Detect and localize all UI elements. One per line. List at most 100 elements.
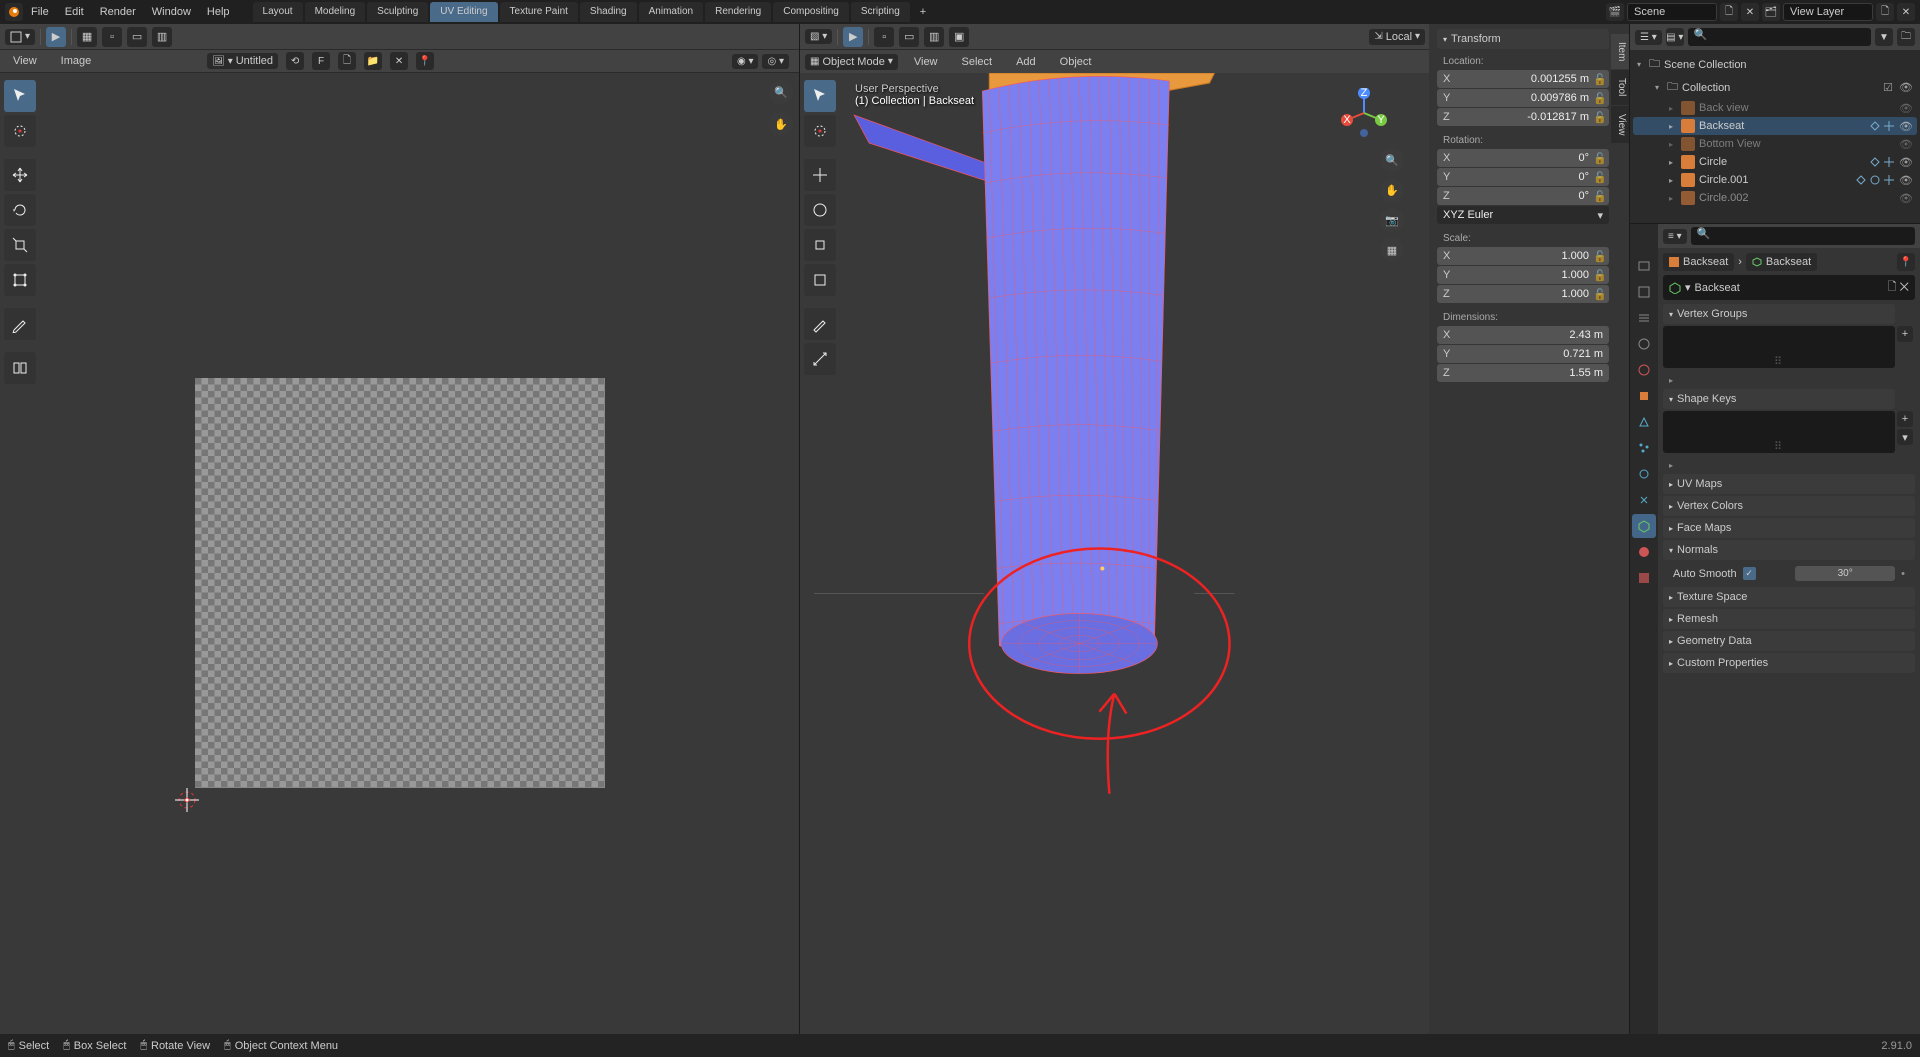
loc-z-field[interactable]: Z-0.012817 m🔓 bbox=[1437, 108, 1609, 126]
uv-linked-icon[interactable]: ⟲ bbox=[286, 52, 304, 70]
mesh-name-field[interactable]: ▾Backseat🗋 ✕ bbox=[1663, 275, 1915, 300]
tree-collection[interactable]: ▾🗀Collection☑👁 bbox=[1633, 76, 1917, 99]
new-viewlayer-icon[interactable]: 🗋 bbox=[1876, 3, 1894, 21]
loc-y-field[interactable]: Y0.009786 m🔓 bbox=[1437, 89, 1609, 107]
ws-scripting[interactable]: Scripting bbox=[851, 2, 910, 22]
vp-select-menu[interactable]: Select bbox=[954, 53, 1001, 71]
uv-canvas[interactable] bbox=[0, 73, 799, 1034]
dim-y-field[interactable]: Y0.721 m bbox=[1437, 345, 1609, 363]
tree-item[interactable]: ▸Circle👁 bbox=[1633, 153, 1917, 171]
outliner-display-icon[interactable]: ▤ ▾ bbox=[1666, 28, 1684, 46]
uv-face-select-icon[interactable]: ▥ bbox=[152, 27, 172, 47]
vp-zoom-icon[interactable]: 🔍 bbox=[1380, 148, 1404, 172]
vp-pan-icon[interactable]: ✋ bbox=[1380, 178, 1404, 202]
section-vertex-colors[interactable]: Vertex Colors bbox=[1663, 496, 1915, 516]
vp-persp-icon[interactable]: ▦ bbox=[1380, 238, 1404, 262]
uv-view-menu[interactable]: View bbox=[5, 52, 45, 70]
tree-item[interactable]: ▸Circle.001👁 bbox=[1633, 171, 1917, 189]
ptab-modifiers-icon[interactable] bbox=[1632, 410, 1656, 434]
shape-keys-list[interactable]: +▾⠿ bbox=[1663, 411, 1895, 453]
ws-rendering[interactable]: Rendering bbox=[705, 2, 771, 22]
uv-vert-select-icon[interactable]: ▫ bbox=[102, 27, 122, 47]
uv-image-menu[interactable]: Image bbox=[53, 52, 100, 70]
outliner-search[interactable]: 🔍 bbox=[1688, 28, 1871, 46]
section-texture-space[interactable]: Texture Space bbox=[1663, 587, 1915, 607]
ws-texturepaint[interactable]: Texture Paint bbox=[500, 2, 578, 22]
vtool-scale[interactable] bbox=[804, 229, 836, 261]
vtool-select[interactable] bbox=[804, 80, 836, 112]
lock-icon[interactable]: 🔓 bbox=[1593, 111, 1603, 124]
vp-selmode-1-icon[interactable]: ▫ bbox=[874, 27, 894, 47]
ws-modeling[interactable]: Modeling bbox=[305, 2, 366, 22]
auto-smooth-checkbox[interactable]: ✓ bbox=[1743, 567, 1756, 580]
lock-icon[interactable]: 🔓 bbox=[1593, 92, 1603, 105]
pin-icon[interactable]: 📍 bbox=[1897, 253, 1915, 271]
uv-pivot-icon[interactable]: ◉ ▾ bbox=[732, 54, 759, 69]
ws-animation[interactable]: Animation bbox=[639, 2, 703, 22]
section-face-maps[interactable]: Face Maps bbox=[1663, 518, 1915, 538]
menu-render[interactable]: Render bbox=[92, 3, 144, 21]
uv-sync-icon[interactable]: ▦ bbox=[77, 27, 97, 47]
uv-cursor-tool-icon[interactable]: ▶ bbox=[46, 27, 66, 47]
tree-item[interactable]: ▸Back view👁 bbox=[1633, 99, 1917, 117]
viewlayer-icon[interactable]: 🗂 bbox=[1762, 3, 1780, 21]
tree-scene-collection[interactable]: ▾🗀Scene Collection bbox=[1633, 53, 1917, 76]
section-remesh[interactable]: Remesh bbox=[1663, 609, 1915, 629]
ptab-scene-icon[interactable] bbox=[1632, 332, 1656, 356]
section-geometry-data[interactable]: Geometry Data bbox=[1663, 631, 1915, 651]
rot-z-field[interactable]: Z0°🔓 bbox=[1437, 187, 1609, 205]
vtool-transform[interactable] bbox=[804, 264, 836, 296]
uv-open-image-icon[interactable]: 📁 bbox=[364, 52, 382, 70]
ptab-material-icon[interactable] bbox=[1632, 540, 1656, 564]
scene-selector[interactable]: Scene bbox=[1627, 3, 1717, 21]
rot-mode-selector[interactable]: XYZ Euler▾ bbox=[1437, 206, 1609, 224]
menu-file[interactable]: File bbox=[23, 3, 57, 21]
uv-new-image-icon[interactable]: 🗋 bbox=[338, 52, 356, 70]
uv-zoom-icon[interactable]: 🔍 bbox=[769, 80, 793, 104]
new-scene-icon[interactable]: 🗋 bbox=[1720, 3, 1738, 21]
ws-layout[interactable]: Layout bbox=[253, 2, 303, 22]
vp-view-menu[interactable]: View bbox=[906, 53, 946, 71]
crumb-object[interactable]: Backseat bbox=[1663, 253, 1734, 271]
crumb-mesh[interactable]: Backseat bbox=[1746, 253, 1817, 271]
uv-image-selector[interactable]: 🖼 ▾ Untitled bbox=[207, 53, 278, 69]
uv-pan-icon[interactable]: ✋ bbox=[769, 112, 793, 136]
lock-icon[interactable]: 🔓 bbox=[1593, 73, 1603, 86]
uv-fake-user-icon[interactable]: F bbox=[312, 52, 330, 70]
delete-scene-icon[interactable]: ✕ bbox=[1741, 3, 1759, 21]
blender-icon[interactable] bbox=[5, 3, 23, 21]
uv-overlay-icon[interactable]: ◎ ▾ bbox=[762, 54, 789, 69]
dim-x-field[interactable]: X2.43 m bbox=[1437, 326, 1609, 344]
auto-smooth-angle[interactable]: 30° bbox=[1795, 566, 1895, 581]
scale-x-field[interactable]: X1.000🔓 bbox=[1437, 247, 1609, 265]
outliner-filter-icon[interactable]: ▼ bbox=[1875, 28, 1893, 46]
lock-icon[interactable]: 🔓 bbox=[1593, 152, 1603, 165]
ptab-mesh-icon[interactable] bbox=[1632, 514, 1656, 538]
npanel-tab-view[interactable]: View bbox=[1611, 106, 1629, 144]
transform-panel-header[interactable]: Transform bbox=[1437, 29, 1609, 49]
lock-icon[interactable]: 🔓 bbox=[1593, 190, 1603, 203]
ws-sculpting[interactable]: Sculpting bbox=[367, 2, 428, 22]
menu-edit[interactable]: Edit bbox=[57, 3, 92, 21]
lock-icon[interactable]: 🔓 bbox=[1593, 288, 1603, 301]
scale-y-field[interactable]: Y1.000🔓 bbox=[1437, 266, 1609, 284]
section-custom-props[interactable]: Custom Properties bbox=[1663, 653, 1915, 673]
ws-uvediting[interactable]: UV Editing bbox=[430, 2, 497, 22]
ptab-object-icon[interactable] bbox=[1632, 384, 1656, 408]
vp-add-menu[interactable]: Add bbox=[1008, 53, 1044, 71]
menu-window[interactable]: Window bbox=[144, 3, 199, 21]
uv-pin-icon[interactable]: 📍 bbox=[416, 52, 434, 70]
vp-mode-selector[interactable]: ▦ Object Mode ▾ bbox=[805, 54, 898, 70]
tree-item[interactable]: ▸Circle.002👁 bbox=[1633, 189, 1917, 207]
vtool-move[interactable] bbox=[804, 159, 836, 191]
viewlayer-selector[interactable]: View Layer bbox=[1783, 3, 1873, 21]
ptab-world-icon[interactable] bbox=[1632, 358, 1656, 382]
props-type-icon[interactable]: ≡ ▾ bbox=[1663, 229, 1687, 244]
menu-help[interactable]: Help bbox=[199, 3, 238, 21]
outliner-type-icon[interactable]: ☰ ▾ bbox=[1635, 30, 1662, 45]
vp-editor-type[interactable]: ▧ ▾ bbox=[805, 29, 832, 44]
ws-shading[interactable]: Shading bbox=[580, 2, 637, 22]
loc-x-field[interactable]: X0.001255 m🔓 bbox=[1437, 70, 1609, 88]
ws-add-button[interactable]: + bbox=[912, 2, 934, 22]
vp-orientation[interactable]: ⇲ Local ▾ bbox=[1369, 29, 1425, 45]
